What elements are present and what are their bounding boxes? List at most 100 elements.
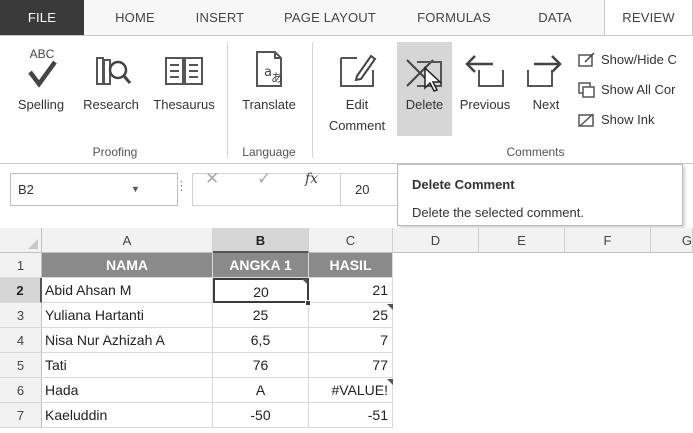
column-header-g[interactable]: G	[651, 228, 693, 253]
edit-comment-icon	[340, 54, 377, 87]
tooltip-title: Delete Comment	[412, 177, 515, 192]
translate-button[interactable]: a あ Translate	[232, 42, 306, 132]
show-hide-comment-button[interactable]: Show/Hide C	[578, 49, 693, 71]
row-header-7[interactable]: 7	[0, 403, 42, 428]
show-ink-label: Show Ink	[601, 112, 655, 127]
tab-home[interactable]: HOME	[94, 0, 176, 35]
cell-b1[interactable]: ANGKA 1	[213, 253, 309, 278]
more-options-icon[interactable]: ⋮	[175, 178, 188, 194]
show-hide-comment-icon	[578, 52, 595, 67]
column-header-e[interactable]: E	[479, 228, 565, 253]
comments-group-label: Comments	[506, 145, 565, 159]
delete-label: Delete	[405, 97, 444, 112]
row-header-2[interactable]: 2	[0, 278, 42, 303]
cell-c5[interactable]: 77	[309, 353, 393, 378]
cell-b7[interactable]: -50	[213, 403, 309, 428]
translate-icon: a あ	[256, 51, 283, 87]
cell-a5[interactable]: Tati	[42, 353, 213, 378]
previous-label: Previous	[459, 97, 511, 112]
delete-comment-icon	[406, 59, 442, 92]
show-hide-label: Show/Hide C	[601, 52, 677, 67]
comment-indicator-c6	[387, 379, 393, 385]
column-header-b[interactable]: B	[213, 228, 309, 253]
row-header-1[interactable]: 1	[0, 253, 42, 278]
tab-review[interactable]: REVIEW	[604, 0, 693, 36]
previous-comment-button[interactable]: Previous	[452, 42, 518, 132]
tab-formulas[interactable]: FORMULAS	[402, 0, 506, 35]
next-comment-icon	[527, 55, 562, 87]
tab-file[interactable]: FILE	[0, 0, 84, 35]
show-ink-button[interactable]: Show Ink	[578, 109, 693, 131]
column-header-c[interactable]: C	[309, 228, 393, 253]
show-ink-icon	[578, 113, 594, 127]
group-separator	[312, 42, 313, 158]
show-all-comments-button[interactable]: Show All Cor	[578, 79, 693, 101]
thesaurus-label: Thesaurus	[153, 97, 215, 112]
fill-handle[interactable]	[305, 300, 311, 306]
name-box[interactable]: B2 ▼	[10, 173, 178, 206]
chevron-down-icon[interactable]: ▼	[131, 174, 140, 205]
cell-c1[interactable]: HASIL	[309, 253, 393, 278]
tab-data[interactable]: DATA	[520, 0, 590, 35]
research-icon	[96, 57, 132, 85]
select-all-corner[interactable]	[0, 228, 42, 253]
enter-icon[interactable]: ✓	[257, 169, 271, 189]
edit-comment-label-line2: Comment	[328, 118, 386, 133]
next-comment-button[interactable]: Next	[520, 42, 572, 132]
delete-comment-tooltip: Delete Comment Delete the selected comme…	[397, 164, 683, 226]
row-header-5[interactable]: 5	[0, 353, 42, 378]
show-all-comments-icon	[578, 82, 595, 98]
language-group-label: Language	[242, 145, 296, 159]
cell-a6[interactable]: Hada	[42, 378, 213, 403]
column-header-d[interactable]: D	[393, 228, 479, 253]
spelling-check-icon: ABC	[28, 47, 57, 88]
cell-c7[interactable]: -51	[309, 403, 393, 428]
cell-c4[interactable]: 7	[309, 328, 393, 353]
spreadsheet-grid: A B C D E F G 1 2 3 4 5 6 7 NAMA ANGKA 1…	[0, 228, 693, 433]
cell-c6[interactable]: #VALUE!	[309, 378, 393, 403]
spelling-icon-text: ABC	[30, 47, 55, 61]
cell-b2[interactable]: 20	[213, 278, 309, 303]
previous-comment-icon	[465, 55, 504, 87]
column-header-a[interactable]: A	[42, 228, 213, 253]
svg-text:あ: あ	[271, 71, 283, 85]
cell-a1[interactable]: NAMA	[42, 253, 213, 278]
research-button[interactable]: Research	[74, 42, 148, 132]
edit-comment-label-line1: Edit	[345, 97, 369, 112]
mouse-cursor-icon	[424, 66, 442, 92]
proofing-group-label: Proofing	[92, 145, 138, 159]
cell-b4[interactable]: 6,5	[213, 328, 309, 353]
cell-a3[interactable]: Yuliana Hartanti	[42, 303, 213, 328]
row-header-6[interactable]: 6	[0, 378, 42, 403]
cell-b5[interactable]: 76	[213, 353, 309, 378]
ribbon-tab-bar: FILE HOME INSERT PAGE LAYOUT FORMULAS DA…	[0, 0, 693, 36]
row-header-3[interactable]: 3	[0, 303, 42, 328]
cancel-icon[interactable]: ✕	[205, 169, 219, 189]
spelling-label: Spelling	[17, 97, 65, 112]
tab-page-layout[interactable]: PAGE LAYOUT	[270, 0, 390, 35]
cell-b3[interactable]: 25	[213, 303, 309, 328]
thesaurus-book-icon	[165, 57, 203, 85]
cell-a7[interactable]: Kaeluddin	[42, 403, 213, 428]
delete-comment-button[interactable]: Delete	[397, 42, 452, 136]
comment-indicator-c3	[387, 304, 393, 310]
edit-comment-button[interactable]: Edit Comment	[318, 42, 396, 138]
tooltip-description: Delete the selected comment.	[412, 205, 584, 220]
name-box-value: B2	[18, 182, 34, 197]
thesaurus-button[interactable]: Thesaurus	[148, 42, 220, 132]
cell-c3[interactable]: 25	[309, 303, 393, 328]
column-header-f[interactable]: F	[565, 228, 651, 253]
comment-indicator-b2	[302, 279, 308, 285]
spelling-button[interactable]: ABC Spelling	[10, 42, 72, 132]
insert-function-icon[interactable]: fx	[305, 171, 318, 187]
cell-a2[interactable]: Abid Ahsan M	[42, 278, 213, 303]
row-header-4[interactable]: 4	[0, 328, 42, 353]
formula-input[interactable]: 20	[340, 173, 400, 206]
next-label: Next	[532, 97, 560, 112]
translate-label: Translate	[242, 97, 296, 112]
show-all-label: Show All Cor	[601, 82, 676, 97]
tab-insert[interactable]: INSERT	[180, 0, 260, 35]
cell-c2[interactable]: 21	[309, 278, 393, 303]
cell-a4[interactable]: Nisa Nur Azhizah A	[42, 328, 213, 353]
cell-b6[interactable]: A	[213, 378, 309, 403]
